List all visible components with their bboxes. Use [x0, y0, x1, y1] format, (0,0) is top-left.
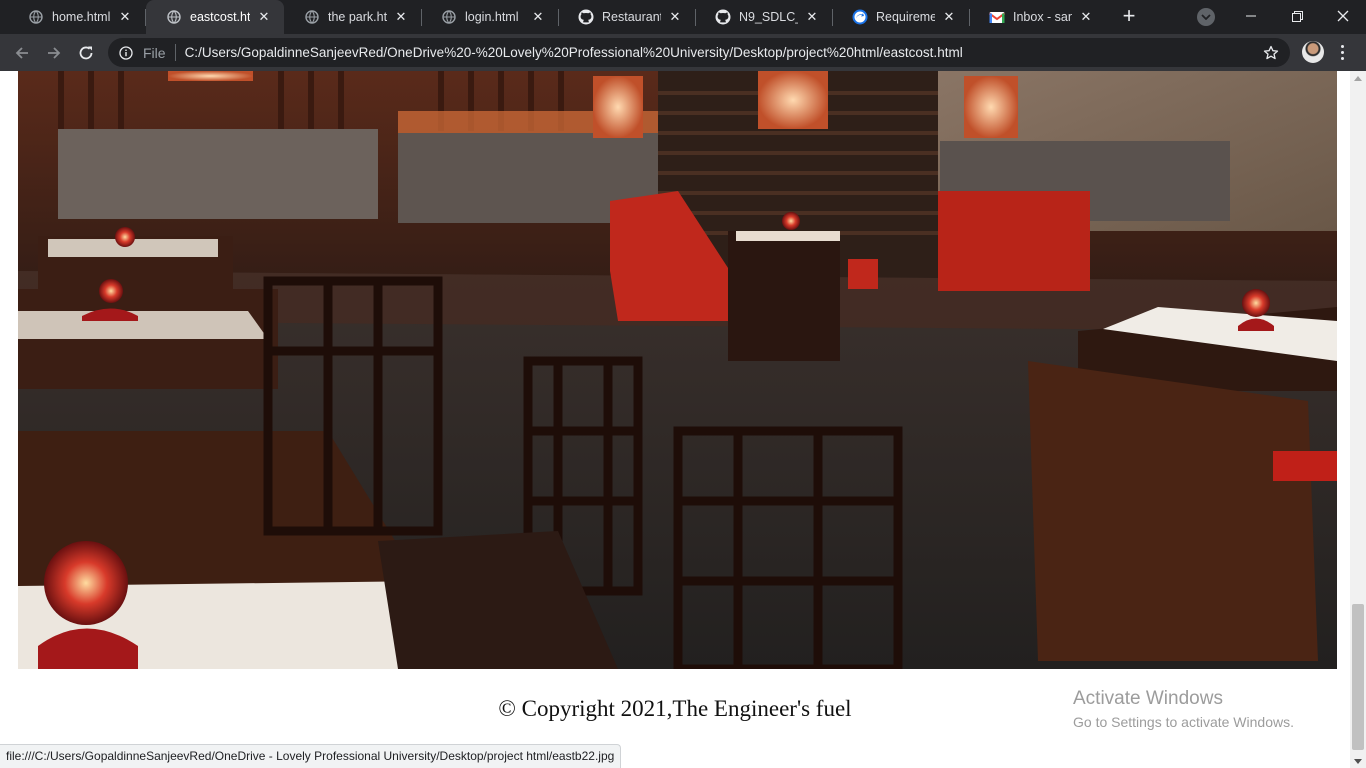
reload-icon	[79, 46, 93, 60]
status-bar-link-preview: file:///C:/Users/GopaldinneSanjeevRed/On…	[0, 744, 622, 768]
restaurant-interior-photo	[18, 71, 1337, 669]
arrow-right-icon	[48, 47, 61, 59]
reload-button[interactable]	[72, 39, 100, 67]
close-icon[interactable]: ✕	[941, 9, 957, 25]
scrollbar-thumb[interactable]	[1352, 604, 1364, 750]
tab-requirements[interactable]: Requirements ✕	[832, 0, 969, 34]
tab-the-park[interactable]: the park.html ✕	[284, 0, 421, 34]
tab-eastcost[interactable]: eastcost.html ✕	[146, 0, 284, 34]
tab-inbox[interactable]: Inbox - sanjee ✕	[969, 0, 1106, 34]
tab-title: login.html	[465, 10, 519, 24]
url-text[interactable]: C:/Users/GopaldinneSanjeevRed/OneDrive%2…	[185, 45, 1262, 60]
close-window-button[interactable]	[1320, 0, 1366, 32]
star-icon[interactable]	[1262, 44, 1280, 62]
globe-icon	[304, 9, 320, 25]
close-icon[interactable]: ✕	[804, 9, 820, 25]
tab-title: eastcost.html	[190, 10, 250, 24]
scheme-label: File	[143, 44, 166, 61]
windows-activation-watermark: Activate Windows Go to Settings to activ…	[1073, 688, 1294, 730]
gmail-icon	[989, 9, 1005, 25]
close-icon[interactable]: ✕	[1078, 9, 1094, 25]
triangle-down-icon	[1354, 758, 1362, 764]
tab-strip: home.html ✕ eastcost.html ✕ the park.htm…	[0, 0, 1366, 34]
requirements-icon	[852, 9, 868, 25]
forward-button[interactable]	[40, 39, 68, 67]
globe-icon	[166, 9, 182, 25]
divider	[174, 44, 176, 61]
triangle-up-icon	[1354, 75, 1362, 81]
minimize-icon	[1246, 15, 1256, 17]
arrow-left-icon	[15, 47, 28, 59]
globe-icon	[28, 9, 44, 25]
info-icon[interactable]	[118, 45, 134, 61]
scroll-down-button[interactable]	[1350, 754, 1366, 768]
tab-title: home.html	[52, 10, 111, 24]
restore-icon	[1291, 10, 1303, 22]
chevron-down-icon	[1201, 14, 1211, 20]
page-scrollbar[interactable]	[1350, 71, 1366, 768]
tab-title: Requirements	[876, 10, 935, 24]
close-icon[interactable]: ✕	[256, 9, 272, 25]
tab-login[interactable]: login.html ✕	[421, 0, 558, 34]
tab-title: the park.html	[328, 10, 387, 24]
globe-icon	[441, 9, 457, 25]
tab-title: N9_SDLC_CAL	[739, 10, 798, 24]
tab-title: Restaurant-M	[602, 10, 661, 24]
close-icon	[1337, 10, 1349, 22]
close-icon[interactable]: ✕	[530, 9, 546, 25]
watermark-title: Activate Windows	[1073, 688, 1223, 709]
watermark-subtitle: Go to Settings to activate Windows.	[1073, 714, 1294, 730]
tab-restaurant[interactable]: Restaurant-M ✕	[558, 0, 695, 34]
profile-avatar[interactable]	[1302, 41, 1324, 63]
page-viewport: © Copyright 2021,The Engineer's fuel Act…	[0, 71, 1350, 768]
browser-toolbar: File C:/Users/GopaldinneSanjeevRed/OneDr…	[0, 34, 1366, 71]
tab-title: Inbox - sanjee	[1013, 10, 1072, 24]
new-tab-button[interactable]: +	[1116, 5, 1142, 29]
address-bar[interactable]: File C:/Users/GopaldinneSanjeevRed/OneDr…	[108, 38, 1290, 67]
tab-home[interactable]: home.html ✕	[8, 0, 145, 34]
github-icon	[715, 9, 731, 25]
scroll-up-button[interactable]	[1350, 71, 1366, 85]
menu-kebab-icon[interactable]	[1334, 40, 1350, 64]
restore-button[interactable]	[1274, 0, 1320, 32]
back-button[interactable]	[8, 39, 36, 67]
tab-search-button[interactable]	[1197, 8, 1215, 26]
close-icon[interactable]: ✕	[393, 9, 409, 25]
tab-n9-sdlc[interactable]: N9_SDLC_CAL ✕	[695, 0, 832, 34]
close-icon[interactable]: ✕	[117, 9, 133, 25]
minimize-button[interactable]	[1228, 0, 1274, 32]
github-icon	[578, 9, 594, 25]
close-icon[interactable]: ✕	[667, 9, 683, 25]
